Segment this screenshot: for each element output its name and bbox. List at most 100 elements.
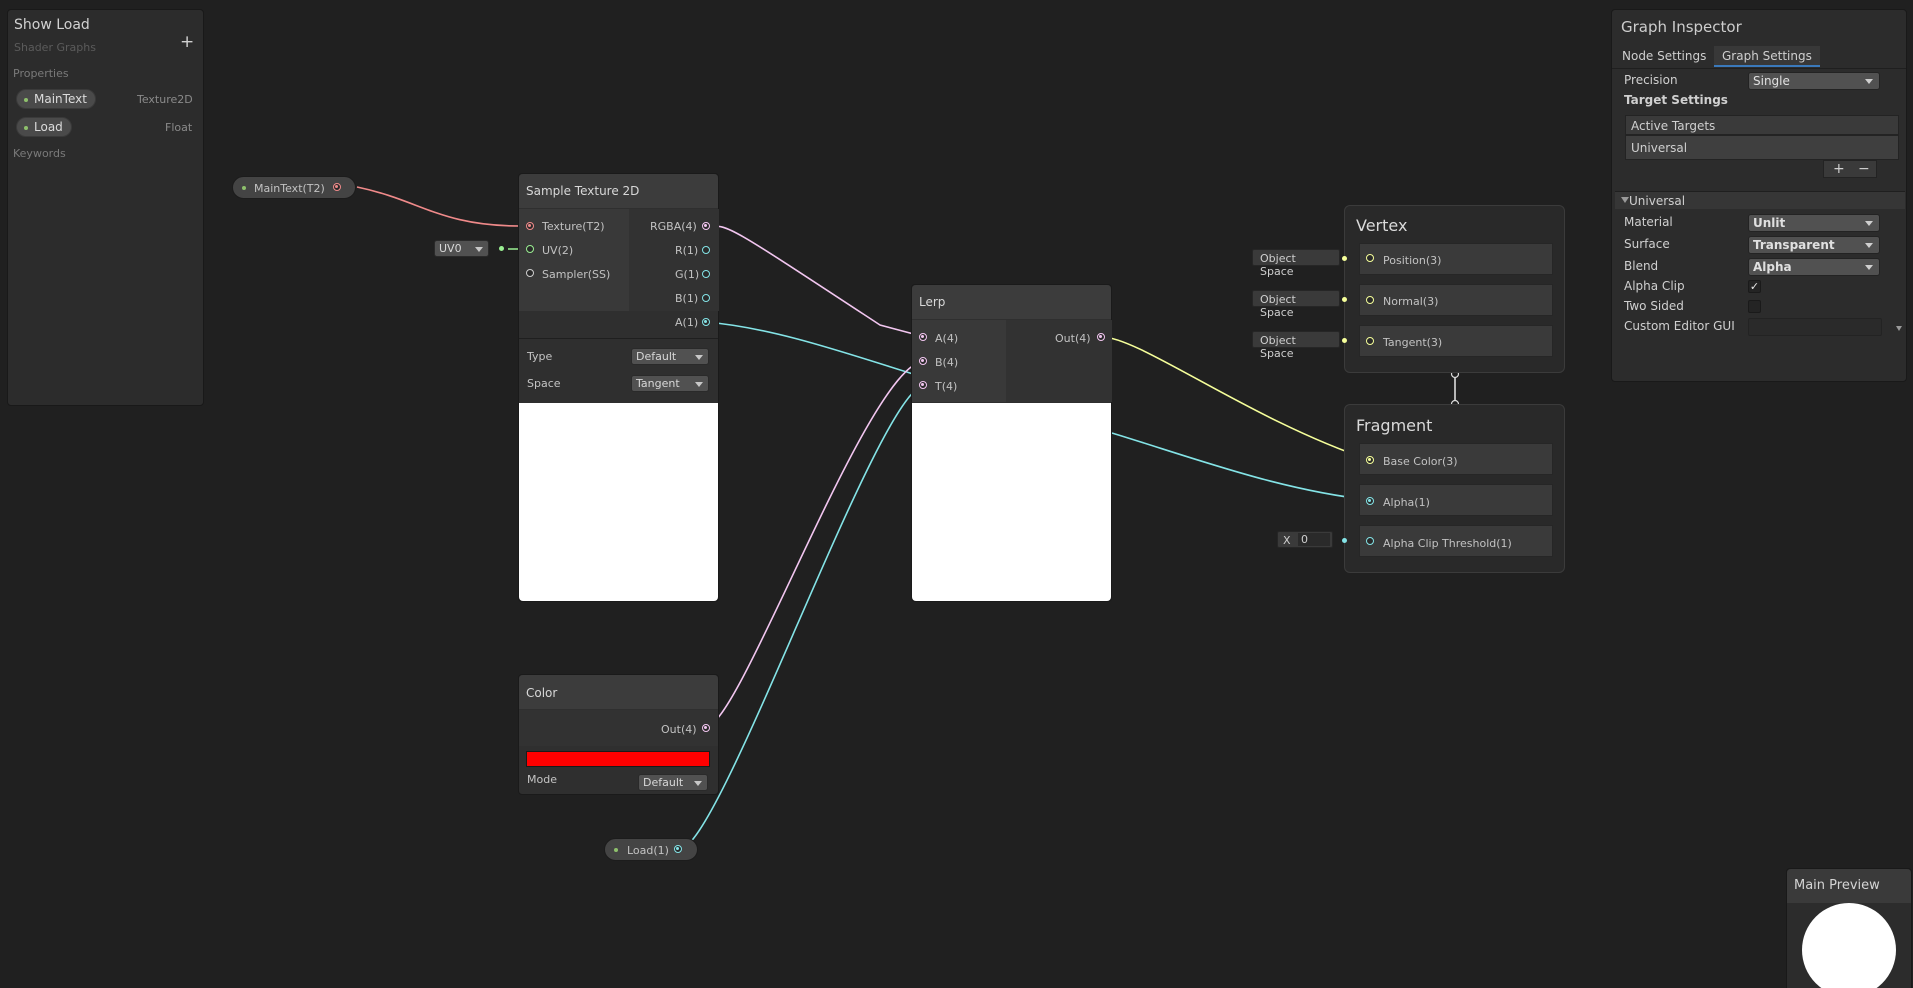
divider — [519, 338, 718, 339]
load-property-node[interactable]: Load(1) — [604, 838, 698, 861]
divider — [1612, 68, 1906, 69]
blend-dropdown[interactable]: Alpha — [1748, 258, 1880, 276]
rgba-output-label: RGBA(4) — [650, 220, 697, 233]
tangent-space-field[interactable]: Object Space — [1252, 331, 1340, 360]
maintext-output-port[interactable] — [333, 183, 341, 191]
node-title: Sample Texture 2D — [526, 184, 640, 198]
base-color-input-port[interactable] — [1366, 456, 1374, 464]
rgba-output-port[interactable] — [702, 222, 710, 230]
texture-input-port[interactable] — [526, 222, 534, 230]
t-input-label: T(4) — [935, 380, 958, 393]
uv-channel-dropdown[interactable]: UV0 — [434, 240, 489, 257]
active-targets-header: Active Targets — [1625, 115, 1899, 135]
normal-space-field[interactable]: Object Space — [1252, 290, 1340, 319]
property-dot-icon — [614, 848, 618, 852]
fragment-title: Fragment — [1356, 416, 1433, 435]
out-output-port[interactable] — [702, 724, 710, 732]
lerp-node[interactable]: Lerp A(4) B(4) T(4) Out(4) — [911, 284, 1112, 602]
scroll-down-icon[interactable] — [1896, 326, 1902, 331]
vertex-context: Vertex — [1344, 205, 1565, 373]
uv-input-label: UV(2) — [542, 244, 574, 257]
mode-label: Mode — [527, 773, 557, 786]
material-dropdown[interactable]: Unlit — [1748, 214, 1880, 232]
wire-out-to-alpha — [1111, 432, 1371, 501]
property-dot-icon — [24, 98, 28, 102]
two-sided-checkbox[interactable] — [1748, 300, 1761, 313]
g-output-label: G(1) — [675, 268, 700, 281]
r-output-port[interactable] — [702, 246, 710, 254]
wire-maintext-to-texture — [356, 186, 521, 227]
chevron-down-icon — [695, 382, 703, 387]
sampler-input-port[interactable] — [526, 269, 534, 277]
surface-dropdown[interactable]: Transparent — [1748, 236, 1880, 254]
sample-texture-2d-node[interactable]: Sample Texture 2D Texture(T2) UV(2) Samp… — [518, 173, 719, 602]
alpha-clip-checkbox[interactable]: ✓ — [1748, 280, 1761, 293]
port-dot-icon — [1342, 338, 1347, 343]
preview-sphere[interactable] — [1802, 903, 1896, 988]
alpha-clip-label: Alpha Clip Threshold(1) — [1383, 537, 1512, 550]
out-output-label: Out(4) — [1055, 332, 1091, 345]
position-block-label: Position(3) — [1383, 254, 1442, 267]
position-input-port[interactable] — [1366, 254, 1374, 262]
blackboard-panel: Show Load Shader Graphs + Properties Mai… — [7, 9, 204, 406]
tab-node-settings[interactable]: Node Settings — [1614, 46, 1714, 67]
blackboard-title: Show Load — [14, 17, 90, 33]
universal-foldout[interactable]: Universal — [1615, 191, 1905, 209]
load-output-port[interactable] — [674, 845, 682, 853]
g-output-port[interactable] — [702, 270, 710, 278]
t-input-port[interactable] — [919, 381, 927, 389]
target-list-footer: + − — [1823, 160, 1877, 178]
color-node[interactable]: Color Out(4) Mode Default — [518, 674, 719, 795]
port-dot-icon — [1342, 297, 1347, 302]
main-preview-panel: Main Preview — [1786, 868, 1912, 988]
property-type-maintext: Texture2D — [137, 93, 193, 106]
tangent-input-port[interactable] — [1366, 337, 1374, 345]
chevron-down-icon — [694, 781, 702, 786]
node-title: Lerp — [919, 295, 946, 309]
color-swatch[interactable] — [526, 751, 710, 767]
a-output-port[interactable] — [702, 318, 710, 326]
maintext-property-node[interactable]: MainText(T2) — [232, 176, 356, 199]
alpha-clip-threshold-field[interactable]: X 0 — [1277, 531, 1333, 548]
mode-dropdown[interactable]: Default — [638, 774, 708, 791]
b-input-port[interactable] — [919, 357, 927, 365]
blackboard-subtitle: Shader Graphs — [14, 41, 96, 54]
texture-input-label: Texture(T2) — [542, 220, 605, 233]
normal-input-port[interactable] — [1366, 296, 1374, 304]
node-title: Color — [526, 686, 558, 700]
alpha-clip-input-port[interactable] — [1366, 537, 1374, 545]
main-preview-title: Main Preview — [1794, 878, 1880, 893]
b-output-port[interactable] — [702, 294, 710, 302]
chevron-down-icon — [695, 355, 703, 360]
property-pill-maintext[interactable]: MainText — [16, 89, 96, 109]
chevron-down-icon — [1865, 265, 1873, 270]
position-space-field[interactable]: Object Space — [1252, 249, 1340, 278]
blend-label: Blend — [1624, 259, 1659, 273]
maintext-node-label: MainText(T2) — [254, 182, 325, 195]
a-input-port[interactable] — [919, 333, 927, 341]
space-dropdown[interactable]: Tangent — [631, 375, 709, 392]
target-list-item[interactable]: Universal — [1625, 135, 1899, 160]
property-dot-icon — [242, 186, 246, 190]
alpha-input-port[interactable] — [1366, 497, 1374, 505]
wire-out-to-basecolor — [1101, 336, 1371, 461]
add-property-button[interactable]: + — [180, 32, 194, 52]
chevron-down-icon — [1865, 221, 1873, 226]
custom-editor-gui-field[interactable] — [1748, 318, 1882, 336]
space-label: Space — [527, 377, 561, 390]
sampler-input-label: Sampler(SS) — [542, 268, 611, 281]
type-dropdown[interactable]: Default — [631, 348, 709, 365]
add-target-button[interactable]: + — [1833, 161, 1845, 177]
type-label: Type — [527, 350, 553, 363]
out-output-port[interactable] — [1097, 333, 1105, 341]
precision-dropdown[interactable]: Single — [1748, 72, 1880, 90]
remove-target-button[interactable]: − — [1858, 161, 1870, 177]
chevron-down-icon — [475, 247, 483, 252]
property-pill-load[interactable]: Load — [16, 117, 72, 137]
graph-inspector-panel: Graph Inspector Node Settings Graph Sett… — [1611, 9, 1907, 382]
alpha-clip-label: Alpha Clip — [1624, 279, 1685, 293]
port-dot-icon — [1342, 256, 1347, 261]
tab-graph-settings[interactable]: Graph Settings — [1714, 46, 1820, 67]
field-value[interactable]: 0 — [1298, 533, 1330, 546]
uv-input-port[interactable] — [526, 245, 534, 253]
